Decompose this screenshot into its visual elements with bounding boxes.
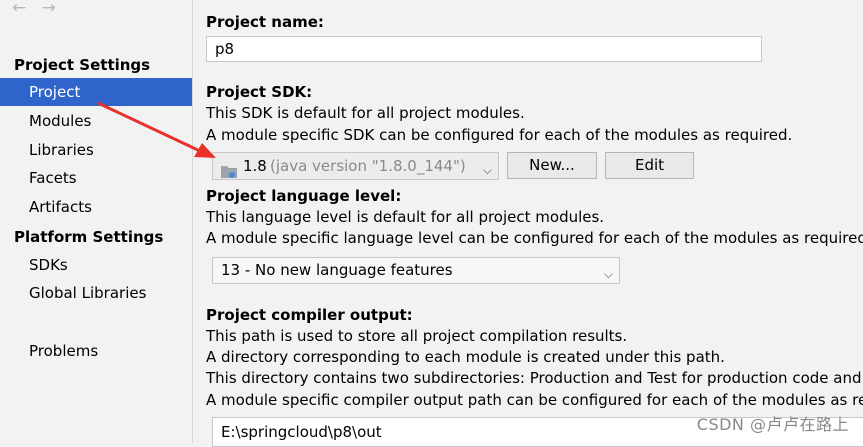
language-description-2: A module specific language level can be … xyxy=(206,229,863,247)
project-settings-panel: Project name: p8 Project SDK: This SDK i… xyxy=(193,0,863,447)
chevron-down-icon: ⌵ xyxy=(482,163,492,177)
sdk-value: 1.8 xyxy=(243,157,267,175)
sidebar-item-artifacts[interactable]: Artifacts xyxy=(0,193,192,221)
new-sdk-button[interactable]: New... xyxy=(507,152,597,179)
language-level-dropdown[interactable]: 13 - No new language features ⌵ xyxy=(212,257,620,284)
compiler-output-label: Project compiler output: xyxy=(206,306,413,324)
edit-sdk-button[interactable]: Edit xyxy=(605,152,694,179)
sidebar-item-facets[interactable]: Facets xyxy=(0,164,192,192)
sidebar-item-modules[interactable]: Modules xyxy=(0,107,192,135)
output-description-1: This path is used to store all project c… xyxy=(206,327,628,345)
project-sdk-label: Project SDK: xyxy=(206,83,313,101)
output-description-2: A directory corresponding to each module… xyxy=(206,348,725,366)
sdk-description-2: A module specific SDK can be configured … xyxy=(206,126,793,144)
language-description-1: This language level is default for all p… xyxy=(206,208,605,226)
sidebar-item-project[interactable]: Project xyxy=(0,78,192,106)
platform-settings-title: Platform Settings xyxy=(14,228,164,246)
project-settings-title: Project Settings xyxy=(14,56,151,74)
settings-sidebar: ← → Project Settings Project Modules Lib… xyxy=(0,0,193,443)
project-name-label: Project name: xyxy=(206,13,324,31)
nav-arrows: ← → xyxy=(12,0,66,18)
sdk-dropdown[interactable]: 1.8 (java version "1.8.0_144") ⌵ xyxy=(212,152,499,180)
language-level-label: Project language level: xyxy=(206,187,402,205)
output-description-3: This directory contains two subdirectori… xyxy=(206,369,863,387)
sidebar-item-sdks[interactable]: SDKs xyxy=(0,251,192,279)
sidebar-item-problems[interactable]: Problems xyxy=(0,337,192,365)
sdk-version: (java version "1.8.0_144") xyxy=(270,157,466,175)
chevron-down-icon: ⌵ xyxy=(603,267,613,281)
sidebar-item-libraries[interactable]: Libraries xyxy=(0,136,192,164)
project-name-input[interactable]: p8 xyxy=(206,36,762,62)
sidebar-item-global-libraries[interactable]: Global Libraries xyxy=(0,279,192,307)
sdk-folder-icon xyxy=(221,160,237,186)
back-arrow-icon[interactable]: ← xyxy=(12,0,26,18)
forward-arrow-icon[interactable]: → xyxy=(42,0,56,18)
watermark: CSDN @卢卢在路上 xyxy=(696,415,849,434)
language-level-value: 13 - No new language features xyxy=(221,261,453,279)
sdk-description-1: This SDK is default for all project modu… xyxy=(206,104,525,122)
output-description-4: A module specific compiler output path c… xyxy=(206,391,863,409)
